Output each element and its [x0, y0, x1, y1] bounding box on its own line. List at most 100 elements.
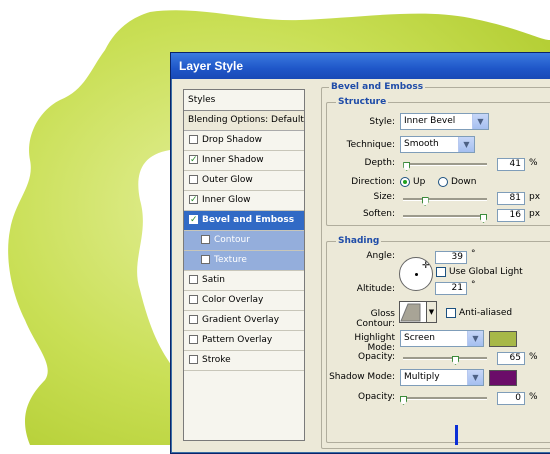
outer-glow-checkbox[interactable] — [189, 175, 198, 184]
size-input[interactable]: 81 — [497, 192, 525, 205]
dialog-title[interactable]: Layer Style — [171, 53, 550, 79]
style-item-label: Texture — [214, 255, 247, 265]
gloss-contour-preview[interactable] — [399, 301, 427, 323]
gradient-overlay-checkbox[interactable] — [189, 315, 198, 324]
use-global-light-checkbox[interactable] — [436, 267, 446, 277]
anti-aliased-checkbox[interactable] — [446, 308, 456, 318]
angle-dial[interactable]: ✛ — [399, 257, 433, 291]
direction-up-label: Up — [413, 177, 426, 187]
style-item-outer-glow[interactable]: Outer Glow — [184, 171, 304, 191]
contour-checkbox[interactable] — [201, 235, 210, 244]
style-item-label: Color Overlay — [202, 295, 264, 305]
bevel-emboss-title: Bevel and Emboss — [329, 82, 426, 92]
style-item-texture[interactable]: Texture — [184, 251, 304, 271]
depth-slider[interactable] — [403, 163, 487, 166]
blending-options-item[interactable]: Blending Options: Default — [184, 111, 304, 131]
shadow-mode-label: Shadow Mode: — [329, 372, 395, 382]
gloss-contour-label: Gloss Contour: — [356, 309, 395, 329]
shadow-opacity-input[interactable]: 0 — [497, 392, 525, 405]
technique-dropdown[interactable]: Smooth ▼ — [400, 136, 475, 153]
shadow-mode-dropdown[interactable]: Multiply ▼ — [400, 369, 484, 386]
technique-label: Technique: — [346, 140, 395, 150]
direction-down-radio[interactable] — [438, 177, 448, 187]
altitude-unit: ° — [471, 280, 476, 290]
soften-label: Soften: — [362, 209, 395, 219]
depth-input[interactable]: 41 — [497, 158, 525, 171]
soften-input[interactable]: 16 — [497, 209, 525, 222]
style-item-color-overlay[interactable]: Color Overlay — [184, 291, 304, 311]
altitude-input[interactable]: 21 — [435, 282, 467, 295]
soften-unit: px — [529, 209, 541, 219]
highlight-opacity-input[interactable]: 65 — [497, 352, 525, 365]
soften-slider[interactable] — [403, 215, 487, 218]
highlight-color-swatch[interactable] — [489, 331, 517, 347]
direction-up-radio[interactable] — [400, 177, 410, 187]
highlight-mode-label: Highlight Mode: — [354, 333, 395, 353]
highlight-opacity-label: Opacity: — [358, 352, 395, 362]
size-unit: px — [529, 192, 541, 202]
style-item-label: Inner Shadow — [202, 155, 264, 165]
angle-input[interactable]: 39 — [435, 251, 467, 264]
chevron-down-icon: ▼ — [458, 137, 474, 152]
style-item-gradient-overlay[interactable]: Gradient Overlay — [184, 311, 304, 331]
style-dropdown[interactable]: Inner Bevel ▼ — [400, 113, 489, 130]
style-item-label: Gradient Overlay — [202, 315, 280, 325]
highlight-mode-value: Screen — [404, 333, 435, 343]
layer-style-dialog: Layer Style Styles Blending Options: Def… — [170, 52, 550, 454]
shadow-mode-value: Multiply — [404, 372, 440, 382]
satin-checkbox[interactable] — [189, 275, 198, 284]
style-item-stroke[interactable]: Stroke — [184, 351, 304, 371]
style-item-contour[interactable]: Contour — [184, 231, 304, 251]
color-overlay-checkbox[interactable] — [189, 295, 198, 304]
texture-checkbox[interactable] — [201, 255, 210, 264]
highlight-opacity-slider[interactable] — [403, 357, 487, 360]
depth-unit: % — [529, 158, 538, 168]
style-item-inner-glow[interactable]: Inner Glow — [184, 191, 304, 211]
stroke-checkbox[interactable] — [189, 355, 198, 364]
technique-dropdown-value: Smooth — [404, 139, 439, 149]
style-item-inner-shadow[interactable]: Inner Shadow — [184, 151, 304, 171]
style-item-satin[interactable]: Satin — [184, 271, 304, 291]
anti-aliased-label: Anti-aliased — [459, 308, 513, 318]
inner-glow-checkbox[interactable] — [189, 191, 198, 210]
gloss-contour-dropdown[interactable]: ▼ — [427, 301, 437, 323]
contour-curve-icon — [400, 303, 421, 322]
angle-dial-center — [415, 273, 418, 276]
highlight-mode-dropdown[interactable]: Screen ▼ — [400, 330, 484, 347]
shadow-opacity-label: Opacity: — [358, 392, 395, 402]
shadow-opacity-slider[interactable] — [403, 397, 487, 400]
chevron-down-icon: ▼ — [428, 308, 435, 316]
drop-shadow-checkbox[interactable] — [189, 135, 198, 144]
direction-label: Direction: — [351, 177, 395, 187]
size-slider[interactable] — [403, 198, 487, 201]
use-global-light-label: Use Global Light — [449, 267, 523, 277]
style-item-pattern-overlay[interactable]: Pattern Overlay — [184, 331, 304, 351]
style-item-label: Satin — [202, 275, 225, 285]
canvas-guide-line — [455, 425, 458, 445]
style-item-drop-shadow[interactable]: Drop Shadow — [184, 131, 304, 151]
style-label: Style: — [369, 117, 395, 127]
styles-list: Styles Blending Options: Default Drop Sh… — [183, 89, 305, 441]
styles-header[interactable]: Styles — [184, 90, 304, 111]
bevel-emboss-checkbox[interactable] — [189, 211, 198, 230]
inner-shadow-checkbox[interactable] — [189, 151, 198, 170]
style-item-label: Stroke — [202, 355, 231, 365]
chevron-down-icon: ▼ — [467, 331, 483, 346]
shadow-opacity-unit: % — [529, 392, 538, 402]
style-item-label: Pattern Overlay — [202, 335, 273, 345]
style-item-bevel-and-emboss[interactable]: Bevel and Emboss — [184, 211, 304, 231]
direction-down-label: Down — [451, 177, 477, 187]
shadow-color-swatch[interactable] — [489, 370, 517, 386]
style-item-label: Bevel and Emboss — [202, 215, 295, 225]
chevron-down-icon: ▼ — [467, 370, 483, 385]
angle-unit: ° — [471, 249, 476, 259]
pattern-overlay-checkbox[interactable] — [189, 335, 198, 344]
size-label: Size: — [373, 192, 395, 202]
angle-label: Angle: — [366, 251, 395, 261]
shading-title: Shading — [336, 236, 382, 246]
structure-title: Structure — [336, 97, 389, 107]
highlight-opacity-unit: % — [529, 352, 538, 362]
style-item-label: Contour — [214, 235, 250, 245]
style-item-label: Outer Glow — [202, 175, 253, 185]
altitude-label: Altitude: — [356, 284, 395, 294]
